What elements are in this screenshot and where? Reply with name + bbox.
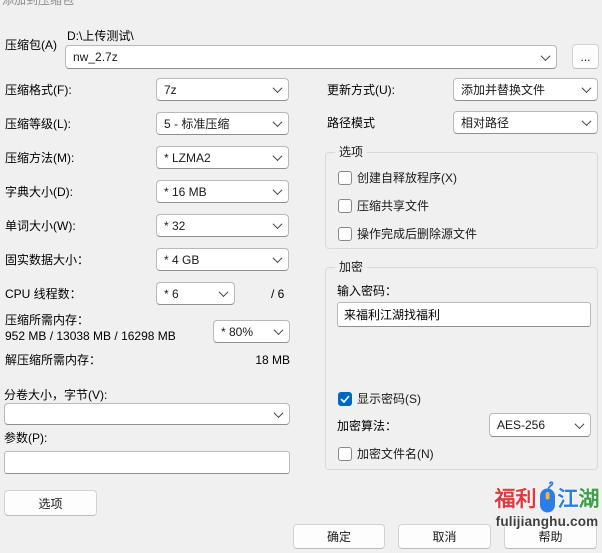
- decompress-memory-label: 解压缩所需内存：: [5, 353, 101, 367]
- delete-after-checkbox[interactable]: [338, 227, 352, 241]
- chevron-down-icon: [274, 325, 284, 335]
- compress-memory-label: 压缩所需内存：: [5, 313, 89, 327]
- options-group-title: 选项: [335, 145, 367, 160]
- update-mode-select[interactable]: 添加并替换文件: [453, 78, 598, 101]
- sfx-checkbox[interactable]: [338, 171, 352, 185]
- watermark-char: 湖: [579, 489, 600, 511]
- chevron-down-icon: [273, 117, 283, 127]
- chevron-down-icon: [273, 83, 283, 93]
- chevron-down-icon: [273, 151, 283, 161]
- sfx-checkbox-row[interactable]: 创建自释放程序(X): [338, 169, 457, 186]
- chevron-down-icon: [582, 116, 592, 126]
- volume-size-combobox[interactable]: [4, 403, 290, 425]
- shared-files-checkbox-label: 压缩共享文件: [357, 197, 429, 214]
- cpu-threads-select[interactable]: * 6: [156, 282, 235, 305]
- password-input[interactable]: [337, 302, 591, 327]
- chevron-down-icon: [575, 419, 585, 429]
- chevron-down-icon: [273, 219, 283, 229]
- cpu-threads-label: CPU 线程数：: [5, 287, 82, 301]
- cancel-button[interactable]: 取消: [398, 524, 491, 549]
- solid-block-select[interactable]: * 4 GB: [156, 248, 289, 271]
- parameters-label: 参数(P):: [4, 431, 47, 445]
- delete-after-checkbox-label: 操作完成后删除源文件: [357, 225, 477, 242]
- show-password-checkbox-row[interactable]: 显示密码(S): [338, 390, 421, 407]
- dictionary-select[interactable]: * 16 MB: [156, 180, 289, 203]
- watermark-logo: 福利 江湖 fulijianghu.com: [491, 483, 602, 529]
- archive-name-value: nw_2.7z: [73, 50, 536, 64]
- compress-memory-values: 952 MB / 13038 MB / 16298 MB: [5, 329, 176, 343]
- format-label: 压缩格式(F):: [5, 83, 72, 97]
- encryption-method-select[interactable]: AES-256: [489, 413, 591, 437]
- archive-dir-path: D:\上传测试\: [67, 29, 134, 43]
- decompress-memory-value: 18 MB: [213, 353, 290, 367]
- chevron-down-icon: [582, 83, 592, 93]
- options-button[interactable]: 选项: [4, 490, 97, 516]
- memory-percent-select[interactable]: * 80%: [213, 320, 290, 343]
- shared-files-checkbox-row[interactable]: 压缩共享文件: [338, 197, 429, 214]
- path-mode-select[interactable]: 相对路径: [453, 111, 598, 134]
- level-select[interactable]: 5 - 标准压缩: [156, 112, 289, 135]
- volume-size-label: 分卷大小，字节(V):: [4, 388, 107, 402]
- browse-button[interactable]: ...: [572, 44, 599, 69]
- method-select[interactable]: * LZMA2: [156, 146, 289, 169]
- watermark-char: 江: [558, 489, 579, 511]
- encryption-group-title: 加密: [335, 260, 367, 275]
- sfx-checkbox-label: 创建自释放程序(X): [357, 169, 457, 186]
- encrypt-names-checkbox[interactable]: [338, 447, 352, 461]
- level-label: 压缩等级(L):: [5, 117, 71, 131]
- chevron-down-icon: [273, 185, 283, 195]
- archive-name-combobox[interactable]: nw_2.7z: [65, 45, 557, 69]
- encryption-method-label: 加密算法：: [337, 419, 397, 433]
- dictionary-label: 字典大小(D):: [5, 185, 73, 199]
- chevron-down-icon: [541, 51, 551, 61]
- watermark-char: 利: [516, 489, 537, 511]
- chevron-down-icon: [219, 287, 229, 297]
- window-title: 添加到压缩包: [2, 0, 74, 7]
- update-mode-label: 更新方式(U):: [327, 83, 395, 97]
- encrypt-names-checkbox-row[interactable]: 加密文件名(N): [338, 445, 434, 462]
- archive-label: 压缩包(A): [5, 38, 57, 52]
- chevron-down-icon: [273, 253, 283, 263]
- word-size-select[interactable]: * 32: [156, 214, 289, 237]
- watermark-brand-row: 福利 江湖: [491, 483, 602, 517]
- mouse-icon: [538, 481, 557, 517]
- add-to-archive-dialog: { "accent": "#0067c0", "window": { "titl…: [0, 0, 602, 553]
- show-password-checkbox[interactable]: [338, 392, 352, 406]
- ok-button[interactable]: 确定: [293, 524, 385, 549]
- show-password-checkbox-label: 显示密码(S): [357, 390, 421, 407]
- encrypt-names-checkbox-label: 加密文件名(N): [357, 445, 434, 462]
- word-size-label: 单词大小(W):: [5, 219, 76, 233]
- method-label: 压缩方法(M):: [5, 151, 74, 165]
- watermark-char: 福: [495, 489, 516, 511]
- shared-files-checkbox[interactable]: [338, 199, 352, 213]
- format-select[interactable]: 7z: [156, 78, 289, 101]
- password-label: 输入密码：: [337, 284, 397, 298]
- delete-after-checkbox-row[interactable]: 操作完成后删除源文件: [338, 225, 477, 242]
- parameters-input[interactable]: [4, 451, 290, 474]
- cpu-threads-max: / 6: [271, 287, 284, 301]
- chevron-down-icon: [274, 408, 284, 418]
- path-mode-label: 路径模式: [327, 116, 375, 130]
- solid-block-label: 固实数据大小：: [5, 253, 89, 267]
